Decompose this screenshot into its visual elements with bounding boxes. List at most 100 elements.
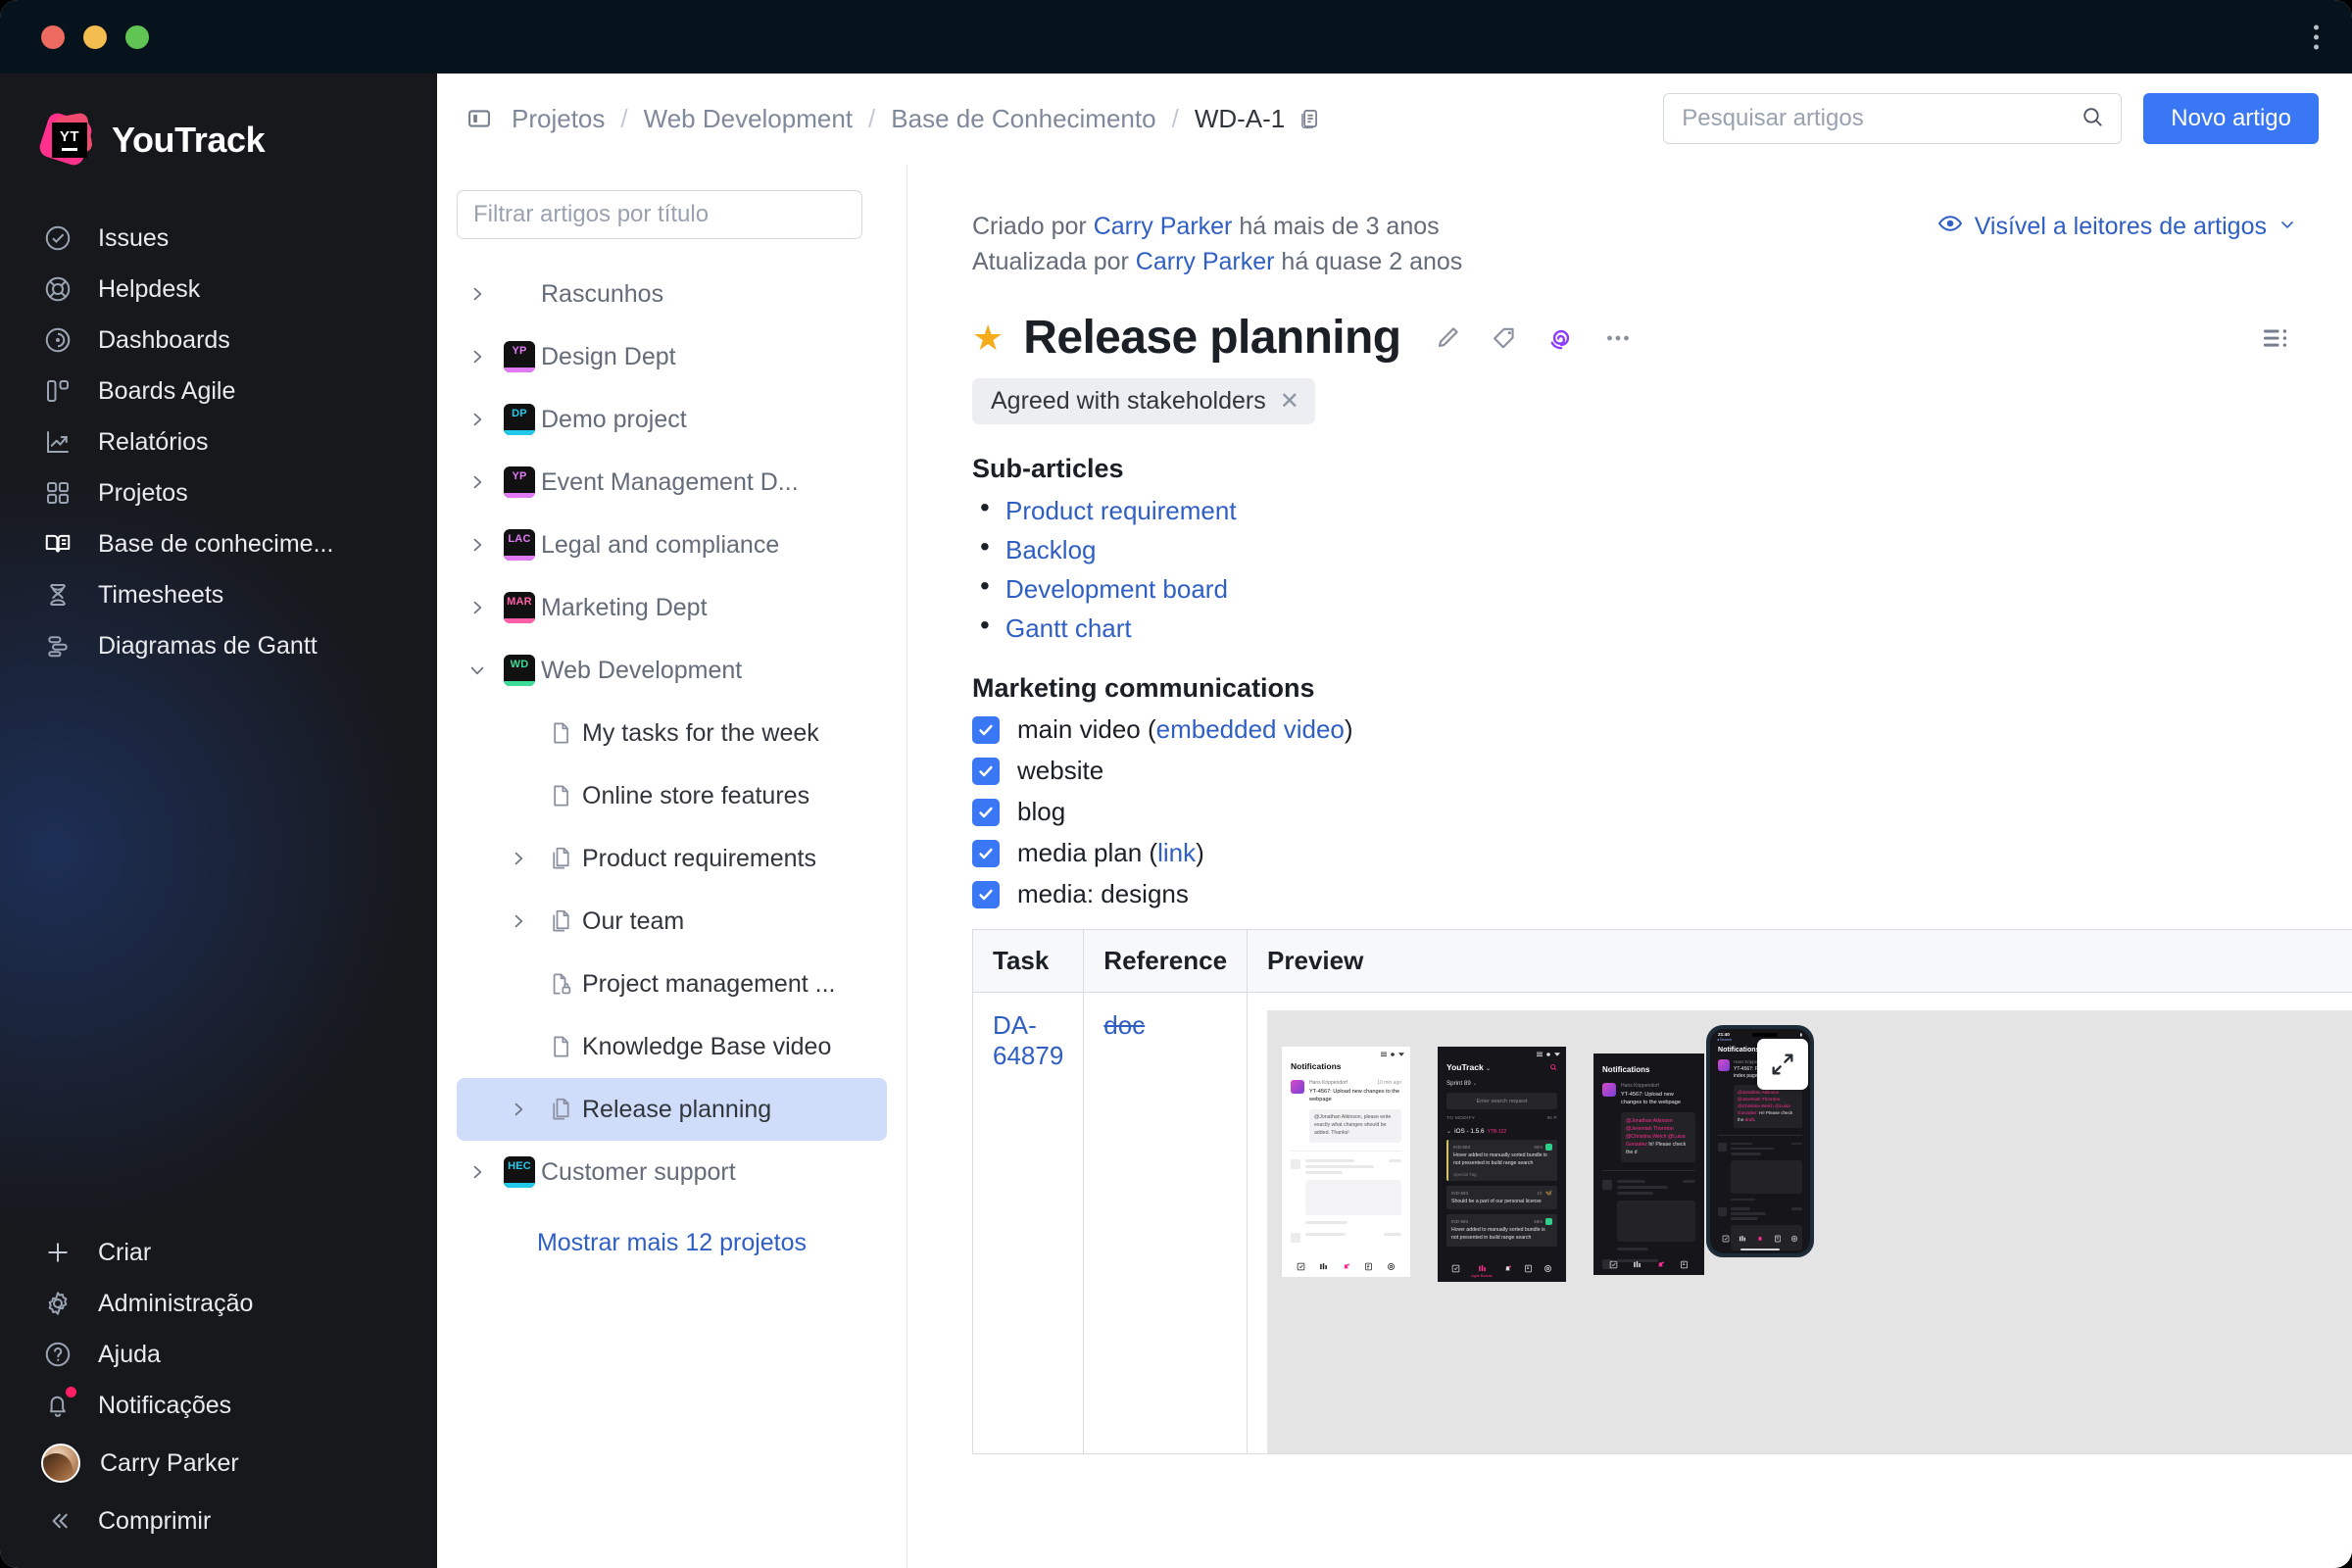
tree-row-product-requirements[interactable]: Product requirements	[457, 827, 887, 890]
tree-row-knowledge-base-video[interactable]: Knowledge Base video	[457, 1015, 887, 1078]
status-badge[interactable]: Agreed with stakeholders ✕	[972, 378, 1315, 424]
sub-article-link[interactable]: Product requirement	[1005, 496, 1237, 525]
sidebar-item-issues[interactable]: Issues	[0, 213, 437, 264]
sidebar-item-relatorios[interactable]: Relatórios	[0, 416, 437, 467]
tree-row-label: My tasks for the week	[582, 718, 819, 747]
breadcrumb-item-base-de-conhecimento[interactable]: Base de Conhecimento	[891, 104, 1155, 134]
updated-author-link[interactable]: Carry Parker	[1136, 248, 1275, 275]
sidebar-collapse-button[interactable]: Comprimir	[0, 1495, 437, 1546]
chevron-right-icon[interactable]	[457, 598, 498, 617]
documents-stack-icon	[539, 845, 582, 872]
tree-row-label: Release planning	[582, 1095, 772, 1123]
tree-row-release-planning[interactable]: Release planning	[457, 1078, 887, 1141]
chevron-right-icon[interactable]	[498, 1100, 539, 1119]
tree-row-our-team[interactable]: Our team	[457, 890, 887, 953]
gear-icon	[41, 1287, 74, 1320]
sidebar-item-user-profile[interactable]: Carry Parker	[0, 1431, 437, 1495]
sidebar-item-projetos[interactable]: Projetos	[0, 467, 437, 518]
tree-row-web-development[interactable]: WD Web Development	[457, 639, 887, 702]
table-row: DA-64879 doc Notifications Hans Krippend…	[971, 992, 2352, 1454]
media-plan-link[interactable]: link	[1157, 838, 1196, 867]
sub-article-link[interactable]: Gantt chart	[1005, 613, 1132, 643]
pencil-icon[interactable]	[1426, 317, 1469, 360]
sidebar-item-dashboards[interactable]: Dashboards	[0, 315, 437, 366]
radar-icon	[41, 323, 74, 357]
new-article-button[interactable]: Novo artigo	[2143, 93, 2319, 144]
kebab-menu-icon[interactable]	[2314, 24, 2319, 49]
tree-filter-input[interactable]	[457, 190, 862, 239]
checkbox-website[interactable]	[972, 757, 1000, 785]
article-updated-line: Atualizada por Carry Parker há quase 2 a…	[972, 245, 1462, 280]
chevron-right-icon[interactable]	[457, 347, 498, 367]
star-filled-icon[interactable]: ★	[972, 319, 1004, 356]
tree-row-design-dept[interactable]: YP Design Dept	[457, 325, 887, 388]
sub-articles-heading: Sub-articles	[972, 454, 1124, 483]
sidebar-item-base-de-conhecimento[interactable]: Base de conhecime...	[0, 518, 437, 569]
show-more-projects-link[interactable]: Mostrar mais 12 projetos	[457, 1229, 887, 1257]
tree-row-online-store-features[interactable]: Online store features	[457, 764, 887, 827]
chevron-right-icon[interactable]	[457, 1162, 498, 1182]
sidebar-item-notificacoes[interactable]: Notificações	[0, 1380, 437, 1431]
reference-link[interactable]: doc	[1103, 1010, 1145, 1040]
chevron-right-icon[interactable]	[498, 911, 539, 931]
checkbox-blog[interactable]	[972, 798, 1000, 826]
breadcrumb-separator: /	[868, 103, 876, 133]
sidebar-item-criar[interactable]: Criar	[0, 1227, 437, 1278]
ai-spiral-icon[interactable]	[1540, 317, 1583, 360]
expand-icon[interactable]	[1757, 1039, 1809, 1090]
maximize-window-button[interactable]	[125, 24, 149, 49]
document-lock-icon	[539, 970, 582, 998]
chevron-right-icon[interactable]	[457, 472, 498, 492]
search-input[interactable]	[1682, 105, 2081, 132]
sidebar-nav: Issues Helpdesk Dashboards Boards Agile	[0, 213, 437, 671]
breadcrumb-item-web-development[interactable]: Web Development	[644, 104, 853, 134]
top-header: Projetos / Web Development / Base de Con…	[437, 74, 2352, 165]
breadcrumb-item-article-id[interactable]: WD-A-1	[1195, 104, 1285, 134]
tree-row-customer-support[interactable]: HEC Customer support	[457, 1141, 887, 1203]
ellipsis-icon[interactable]	[1596, 317, 1640, 360]
checkbox-main-video[interactable]	[972, 715, 1000, 744]
sidebar-item-ajuda[interactable]: Ajuda	[0, 1329, 437, 1380]
chevrons-left-icon	[41, 1504, 74, 1538]
tree-row-marketing-dept[interactable]: MAR Marketing Dept	[457, 576, 887, 639]
search-articles-box[interactable]	[1663, 93, 2123, 144]
chevron-right-icon[interactable]	[498, 849, 539, 868]
tree-row-event-management-d[interactable]: YP Event Management D...	[457, 451, 887, 514]
phone-mockup-1: Notifications Hans Krippendorf 10 min ag…	[1282, 1047, 1411, 1277]
close-icon[interactable]: ✕	[1280, 389, 1299, 414]
sub-articles-list: Product requirement Backlog Development …	[972, 492, 2297, 644]
sub-article-link[interactable]: Backlog	[1005, 535, 1097, 564]
visibility-dropdown[interactable]: Visível a leitores de artigos	[1936, 210, 2297, 244]
checkbox-media-plan[interactable]	[972, 839, 1000, 867]
sub-article-link[interactable]: Development board	[1005, 574, 1228, 604]
tree-row-demo-project[interactable]: DP Demo project	[457, 388, 887, 451]
chevron-right-icon[interactable]	[457, 284, 498, 304]
tree-row-my-tasks-for-the-week[interactable]: My tasks for the week	[457, 702, 887, 764]
sidebar-item-helpdesk[interactable]: Helpdesk	[0, 264, 437, 315]
chevron-right-icon[interactable]	[457, 410, 498, 429]
chevron-right-icon[interactable]	[457, 535, 498, 555]
tree-row-rascunhos[interactable]: Rascunhos	[457, 263, 887, 325]
tag-icon[interactable]	[1483, 317, 1526, 360]
sidebar-item-boards-agile[interactable]: Boards Agile	[0, 366, 437, 416]
brand-logo[interactable]: YT YouTrack	[0, 74, 437, 168]
marketing-heading: Marketing communications	[972, 673, 1315, 703]
sidebar-item-diagramas-de-gantt[interactable]: Diagramas de Gantt	[0, 620, 437, 671]
task-link[interactable]: DA-64879	[993, 1010, 1063, 1070]
checkbox-media-designs[interactable]	[972, 880, 1000, 908]
mobile-mockups-image[interactable]: Notifications Hans Krippendorf 10 min ag…	[1267, 1010, 2352, 1453]
sidebar-item-timesheets[interactable]: Timesheets	[0, 569, 437, 620]
table-of-contents-icon[interactable]	[2254, 317, 2297, 360]
article-title-row: ★ Release planning	[972, 311, 2297, 365]
created-author-link[interactable]: Carry Parker	[1094, 213, 1233, 240]
panel-toggle-icon[interactable]	[463, 102, 496, 135]
minimize-window-button[interactable]	[83, 24, 107, 49]
tree-row-legal-and-compliance[interactable]: LAC Legal and compliance	[457, 514, 887, 576]
close-window-button[interactable]	[41, 24, 65, 49]
tree-row-project-management[interactable]: Project management ...	[457, 953, 887, 1015]
copy-article-icon[interactable]	[1297, 106, 1322, 131]
breadcrumb-item-projetos[interactable]: Projetos	[512, 104, 605, 134]
chevron-down-icon[interactable]	[457, 661, 498, 680]
sidebar-item-administracao[interactable]: Administração	[0, 1278, 437, 1329]
embedded-video-link[interactable]: embedded video	[1156, 714, 1345, 744]
